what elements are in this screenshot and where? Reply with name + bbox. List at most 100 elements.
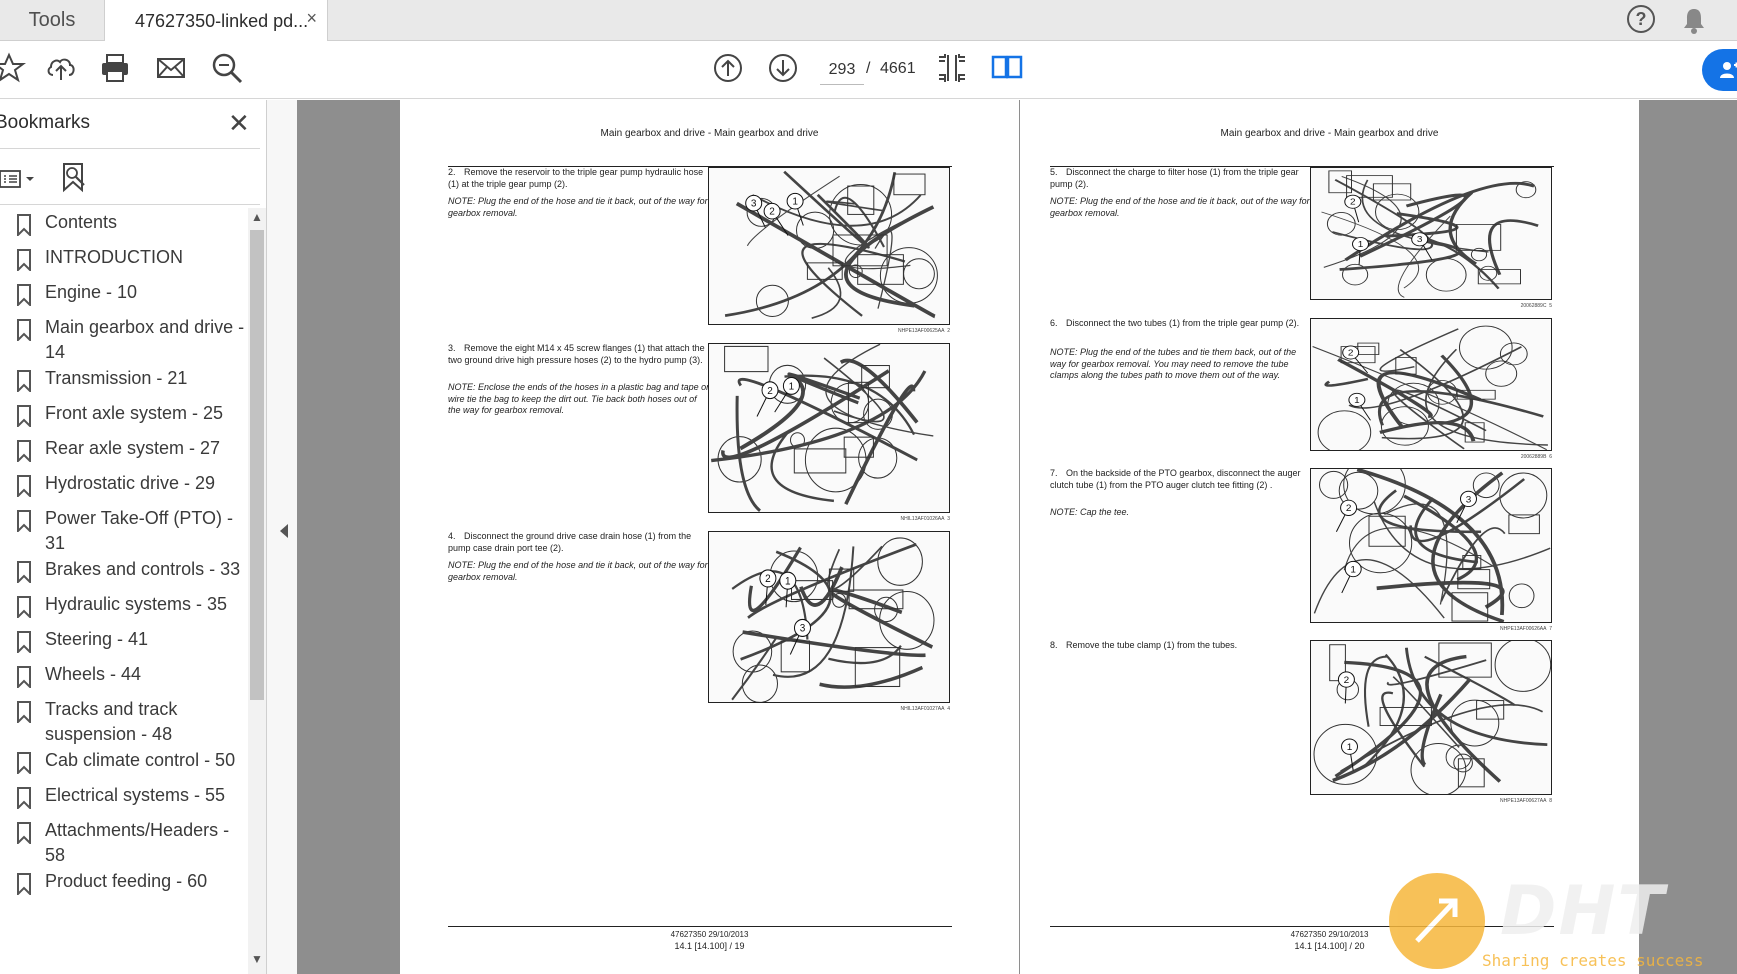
share-icon (1720, 62, 1737, 78)
bookmark-add-icon[interactable] (60, 162, 88, 194)
bookmark-icon (17, 631, 31, 653)
svg-text:1: 1 (1350, 565, 1356, 576)
bookmark-label: Product feeding - 60 (45, 871, 208, 891)
scrollbar-thumb[interactable] (250, 230, 264, 700)
svg-text:2: 2 (767, 386, 773, 397)
upload-icon[interactable] (44, 51, 78, 85)
figure-code: NHIL13AF01026AA (900, 516, 945, 522)
bookmark-icon (17, 405, 31, 427)
step-note: NOTE: Plug the end of the hose and tie i… (448, 560, 708, 582)
step-number: 8. (1050, 640, 1058, 650)
bookmark-label: Steering - 41 (45, 629, 149, 649)
figure-number: 2 (947, 328, 950, 334)
document-view[interactable]: Main gearbox and drive - Main gearbox an… (297, 100, 1737, 974)
help-icon[interactable]: ? (1627, 5, 1655, 33)
step-text: Disconnect the ground drive case drain h… (448, 531, 692, 553)
procedure-step: 3. Remove the eight M14 x 45 screw flange… (448, 343, 710, 366)
watermark-tagline: Sharing creates success (1482, 951, 1704, 970)
bell-icon[interactable] (1681, 6, 1707, 34)
figure-image: 1 2 3 (708, 531, 950, 703)
bookmark-options-icon[interactable] (0, 164, 40, 194)
bookmark-icon (17, 475, 31, 497)
bookmark-icon (17, 701, 31, 723)
pdf-page: Main gearbox and drive - Main gearbox an… (400, 100, 1019, 974)
tab-bar: Tools 47627350-linked pd... × ? (0, 0, 1737, 42)
svg-text:2: 2 (1346, 503, 1352, 514)
page-separator: / (866, 60, 871, 77)
arrow-up-icon[interactable] (711, 51, 745, 85)
tab-document[interactable]: 47627350-linked pd... × (104, 0, 328, 42)
bookmark-icon (17, 284, 31, 306)
step-number: 7. (1050, 468, 1058, 478)
bookmark-label: Hydraulic systems - 35 (45, 594, 228, 614)
arrow-down-icon[interactable] (766, 51, 800, 85)
figure-number: 8 (1549, 798, 1552, 804)
scroll-down-icon[interactable]: ▼ (251, 952, 263, 966)
toolbar: / 4661 (0, 41, 1737, 99)
zoom-icon[interactable] (210, 51, 244, 85)
watermark-logo-icon (1389, 873, 1485, 969)
bookmark-label: Engine - 10 (45, 282, 138, 302)
tab-tools[interactable]: Tools (0, 0, 104, 41)
svg-text:2: 2 (769, 207, 775, 218)
procedure-step: 2. Remove the reservoir to the triple gea… (448, 167, 710, 190)
bookmark-icon (17, 370, 31, 392)
bookmark-label: Main gearbox and drive - 14 (45, 317, 245, 362)
figure-caption: 20062889C 5 (1310, 303, 1552, 309)
procedure-step: 5. Disconnect the charge to filter hose (… (1050, 167, 1312, 190)
figure-number: 7 (1549, 626, 1552, 632)
figure-code: NHPE13AF00626AA (1500, 626, 1547, 632)
bookmark-label: Brakes and controls - 33 (45, 559, 241, 579)
figure-code: NHPE13AF00625AA (898, 328, 945, 334)
figure-code: 20062889B (1520, 454, 1547, 460)
collapse-arrow-icon[interactable] (280, 524, 288, 538)
bookmark-label: Electrical systems - 55 (45, 785, 226, 805)
bookmark-label: INTRODUCTION (45, 247, 183, 267)
step-text: On the backside of the PTO gearbox, disc… (1050, 468, 1301, 490)
tab-close-icon[interactable]: × (306, 8, 317, 29)
bookmark-label: Attachments/Headers - 58 (45, 820, 230, 865)
page-header: Main gearbox and drive - Main gearbox an… (600, 128, 819, 139)
step-number: 5. (1050, 167, 1058, 177)
star-icon[interactable] (0, 51, 26, 85)
two-page-icon[interactable] (990, 51, 1024, 85)
scroll-up-icon[interactable]: ▲ (251, 210, 263, 224)
svg-text:3: 3 (800, 623, 806, 634)
bookmarks-panel: Bookmarks ✕ Contents INTRODUCTION Engine -… (0, 100, 266, 974)
close-icon[interactable]: ✕ (228, 108, 250, 139)
bookmark-icon (17, 787, 31, 809)
svg-text:1: 1 (785, 576, 791, 587)
step-number: 4. (448, 531, 456, 541)
figure-code: NHIL13AF01027AA (900, 706, 945, 712)
figure-number: 6 (1549, 454, 1552, 460)
svg-text:2: 2 (1350, 197, 1356, 206)
figure-code: 20062889C (1520, 303, 1547, 309)
figure-image: 12 (708, 343, 950, 513)
mail-icon[interactable] (154, 51, 188, 85)
figure-code: NHPE13AF00627AA (1500, 798, 1547, 804)
step-text: Remove the eight M14 x 45 screw flanges … (448, 343, 705, 365)
svg-text:2: 2 (1348, 348, 1354, 357)
page-number-input[interactable] (820, 55, 864, 85)
svg-text:3: 3 (751, 199, 757, 210)
step-note: NOTE: Plug the end of the hose and tie i… (1050, 196, 1310, 218)
page-total: 4661 (880, 60, 916, 77)
figure-caption: NHIL13AF01027AA 4 (708, 706, 950, 712)
svg-text:2: 2 (765, 574, 771, 585)
bookmark-label: Transmission - 21 (45, 368, 188, 388)
figure-number: 5 (1549, 303, 1552, 309)
bookmark-icon (17, 319, 31, 341)
page-fit-icon[interactable] (935, 51, 969, 85)
figure-caption: NHPE13AF00627AA 8 (1310, 798, 1552, 804)
bookmark-label: Tracks and track suspension - 48 (45, 699, 178, 744)
figure-image: 12 (1310, 640, 1552, 795)
figure-image: 12 (1310, 318, 1552, 451)
bookmark-icon (17, 666, 31, 688)
procedure-step: 7. On the backside of the PTO gearbox, di… (1050, 468, 1312, 491)
share-button[interactable] (1702, 49, 1737, 91)
bookmark-icon (17, 561, 31, 583)
bookmark-list: Contents INTRODUCTION Engine - 10 Main gear… (0, 210, 248, 974)
procedure-step: 6. Disconnect the two tubes (1) from the … (1050, 318, 1312, 330)
step-note: NOTE: Plug the end of the hose and tie i… (448, 196, 708, 218)
print-icon[interactable] (98, 51, 132, 85)
